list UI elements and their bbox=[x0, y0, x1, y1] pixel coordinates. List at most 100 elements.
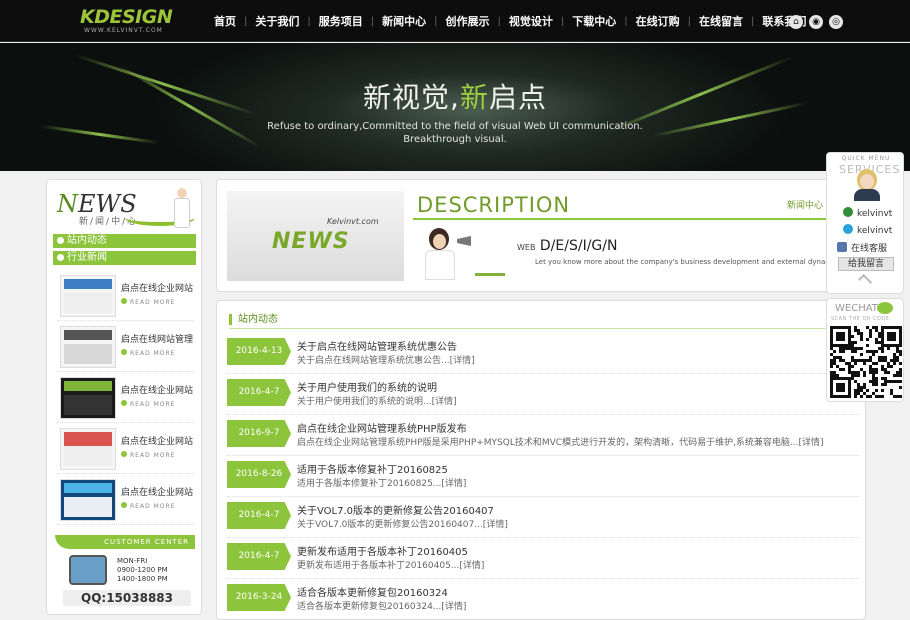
nav-works[interactable]: 创作展示 bbox=[438, 13, 498, 29]
contact-label: kelvinvt bbox=[857, 226, 893, 236]
news-row[interactable]: 2016-4-7 关于用户使用我们的系统的说明 关于用户使用我们的系统的说明..… bbox=[227, 374, 859, 415]
product-item[interactable]: 启点在线企业网站 READ MORE bbox=[57, 273, 193, 321]
web-design-text: D/E/S/I/G/N bbox=[539, 238, 618, 254]
news-summary[interactable]: 启点在线企业网站管理系统PHP版是采用PHP+MYSQL技术和MVC模式进行开发… bbox=[297, 435, 824, 448]
read-more-label: READ MORE bbox=[130, 299, 176, 306]
category-industry-news[interactable]: 行业新闻 bbox=[53, 251, 196, 265]
news-summary[interactable]: 关于用户使用我们的系统的说明...[详情] bbox=[297, 394, 457, 407]
description-underline bbox=[413, 218, 833, 220]
read-more-label: READ MORE bbox=[130, 350, 176, 357]
banner-title-highlight: 新 bbox=[459, 81, 489, 114]
read-more-link[interactable]: READ MORE bbox=[121, 451, 175, 459]
customer-center-label: CUSTOMER CENTER bbox=[55, 535, 195, 549]
rss-icon[interactable]: ◎ bbox=[829, 15, 843, 29]
news-summary[interactable]: 关于启点在线网站管理系统优惠公告...[详情] bbox=[297, 353, 475, 366]
news-row[interactable]: 2016-8-26 适用于各版本修复补丁20160825 适用于各版本修复补丁2… bbox=[227, 456, 859, 497]
home-icon[interactable]: ⌂ bbox=[789, 15, 803, 29]
news-list-title: 站内动态 bbox=[229, 314, 278, 325]
news-date-badge: 2016-4-13 bbox=[227, 338, 291, 365]
skype-icon bbox=[843, 224, 853, 234]
read-more-link[interactable]: READ MORE bbox=[121, 349, 175, 357]
contact-online-service[interactable]: 在线客服 bbox=[837, 241, 897, 254]
product-item[interactable]: 启点在线企业网站 READ MORE bbox=[57, 477, 193, 525]
product-item[interactable]: 启点在线企业网站 READ MORE bbox=[57, 426, 193, 474]
banner-title-post: 启点 bbox=[488, 81, 547, 114]
contact-wangwang[interactable]: kelvinvt bbox=[843, 207, 903, 219]
product-thumbnail[interactable] bbox=[60, 275, 116, 317]
product-title[interactable]: 启点在线企业网站 bbox=[121, 434, 193, 447]
read-more-icon bbox=[121, 349, 127, 355]
left-sidebar: NEWS 新/闻/中/心 站内动态 行业新闻 启点在线企业网站 READ MOR… bbox=[46, 179, 202, 615]
news-row[interactable]: 2016-4-7 关于VOL7.0版本的更新修复公告20160407 关于VOL… bbox=[227, 497, 859, 538]
news-title-link[interactable]: 关于启点在线网站管理系统优惠公告 bbox=[297, 338, 457, 353]
bullet-icon bbox=[57, 237, 64, 244]
product-item[interactable]: 启点在线企业网站 READ MORE bbox=[57, 375, 193, 423]
news-row[interactable]: 2016-9-7 启点在线企业网站管理系统PHP版发布 启点在线企业网站管理系统… bbox=[227, 415, 859, 456]
news-title-link[interactable]: 启点在线企业网站管理系统PHP版发布 bbox=[297, 420, 467, 435]
news-title-link[interactable]: 适用于各版本修复补丁20160825 bbox=[297, 461, 448, 476]
site-logo[interactable]: KDESIGN WWW.KELVINVT.COM bbox=[80, 7, 190, 35]
news-title-link[interactable]: 更新发布适用于各版本补丁20160405 bbox=[297, 543, 468, 558]
news-row[interactable]: 2016-4-7 更新发布适用于各版本补丁20160405 更新发布适用于各版本… bbox=[227, 538, 859, 579]
product-item[interactable]: 启点在线网站管理 READ MORE bbox=[57, 324, 193, 372]
description-panel: Kelvinvt.com NEWS DESCRIPTION 新闻中心 WEB D… bbox=[216, 179, 838, 292]
news-title-link[interactable]: 适合各版本更新修复包20160324 bbox=[297, 584, 448, 599]
news-summary[interactable]: 适用于各版本修复补丁20160825...[详情] bbox=[297, 476, 466, 489]
product-thumbnail[interactable] bbox=[60, 428, 116, 470]
collapse-up-icon[interactable] bbox=[857, 273, 873, 289]
floating-service-panel: QUICK MENU SERVICES kelvinvt kelvinvt 在线… bbox=[826, 152, 904, 294]
nav-news[interactable]: 新闻中心 bbox=[374, 13, 434, 29]
read-more-label: READ MORE bbox=[130, 401, 176, 408]
read-more-link[interactable]: READ MORE bbox=[121, 502, 175, 510]
chat-icon bbox=[837, 242, 847, 252]
news-date-badge: 2016-4-7 bbox=[227, 543, 291, 570]
product-thumbnail[interactable] bbox=[60, 479, 116, 521]
product-title[interactable]: 启点在线网站管理 bbox=[121, 332, 193, 345]
news-banner-image: Kelvinvt.com NEWS bbox=[227, 191, 404, 281]
news-banner-text: NEWS bbox=[272, 229, 350, 254]
nav-message[interactable]: 在线留言 bbox=[691, 13, 751, 29]
news-summary[interactable]: 适合各版本更新修复包20160324...[详情] bbox=[297, 599, 466, 612]
qr-code-image bbox=[830, 326, 902, 398]
logo-url-text: WWW.KELVINVT.COM bbox=[84, 27, 163, 34]
top-navigation-bar: KDESIGN WWW.KELVINVT.COM 首页 | 关于我们 | 服务项… bbox=[0, 0, 910, 42]
agent-avatar bbox=[849, 167, 885, 203]
read-more-label: READ MORE bbox=[130, 503, 176, 510]
nav-about[interactable]: 关于我们 bbox=[247, 13, 307, 29]
nav-services[interactable]: 服务项目 bbox=[311, 13, 371, 29]
product-title[interactable]: 启点在线企业网站 bbox=[121, 485, 193, 498]
news-summary[interactable]: 更新发布适用于各版本补丁20160405...[详情] bbox=[297, 558, 484, 571]
news-row[interactable]: 2016-3-24 适合各版本更新修复包20160324 适合各版本更新修复包2… bbox=[227, 579, 859, 619]
qq-number[interactable]: QQ:15038883 bbox=[63, 590, 191, 606]
product-thumbnail[interactable] bbox=[60, 377, 116, 419]
news-center-title: NEWS 新/闻/中/心 bbox=[57, 190, 137, 227]
banner-subtitle: Refuse to ordinary,Committed to the fiel… bbox=[0, 120, 910, 146]
sitemap-icon[interactable]: ◉ bbox=[809, 15, 823, 29]
contact-skype[interactable]: kelvinvt bbox=[843, 224, 903, 236]
nav-home[interactable]: 首页 bbox=[206, 13, 244, 29]
category-site-news[interactable]: 站内动态 bbox=[53, 234, 196, 248]
news-summary[interactable]: 关于VOL7.0版本的更新修复公告20160407...[详情] bbox=[297, 517, 508, 530]
wechat-label: WECHAT bbox=[835, 303, 878, 314]
news-title-link[interactable]: 关于用户使用我们的系统的说明 bbox=[297, 379, 437, 394]
product-thumbnail[interactable] bbox=[60, 326, 116, 368]
news-title-link[interactable]: 关于VOL7.0版本的更新修复公告20160407 bbox=[297, 502, 494, 517]
banner-title: 新视觉,新启点 bbox=[0, 76, 910, 116]
nav-download[interactable]: 下载中心 bbox=[564, 13, 624, 29]
news-row[interactable]: 2016-4-13 关于启点在线网站管理系统优惠公告 关于启点在线网站管理系统优… bbox=[227, 333, 859, 374]
product-title[interactable]: 启点在线企业网站 bbox=[121, 281, 193, 294]
wechat-scan-label: SCAN THE QR CODE bbox=[831, 316, 890, 322]
read-more-link[interactable]: READ MORE bbox=[121, 400, 175, 408]
read-more-label: READ MORE bbox=[130, 452, 176, 459]
read-more-icon bbox=[121, 400, 127, 406]
read-more-link[interactable]: READ MORE bbox=[121, 298, 175, 306]
nav-visual-design[interactable]: 视觉设计 bbox=[501, 13, 561, 29]
nav-order[interactable]: 在线订购 bbox=[628, 13, 688, 29]
wangwang-icon bbox=[843, 207, 853, 217]
leave-message-button[interactable]: 给我留言 bbox=[838, 257, 894, 271]
wechat-icon bbox=[877, 302, 893, 314]
product-title[interactable]: 启点在线企业网站 bbox=[121, 383, 193, 396]
megaphone-girl-illustration bbox=[417, 226, 461, 282]
breadcrumb[interactable]: 新闻中心 bbox=[787, 198, 823, 211]
banner-subtitle-line2: Breakthrough visual. bbox=[403, 134, 507, 145]
